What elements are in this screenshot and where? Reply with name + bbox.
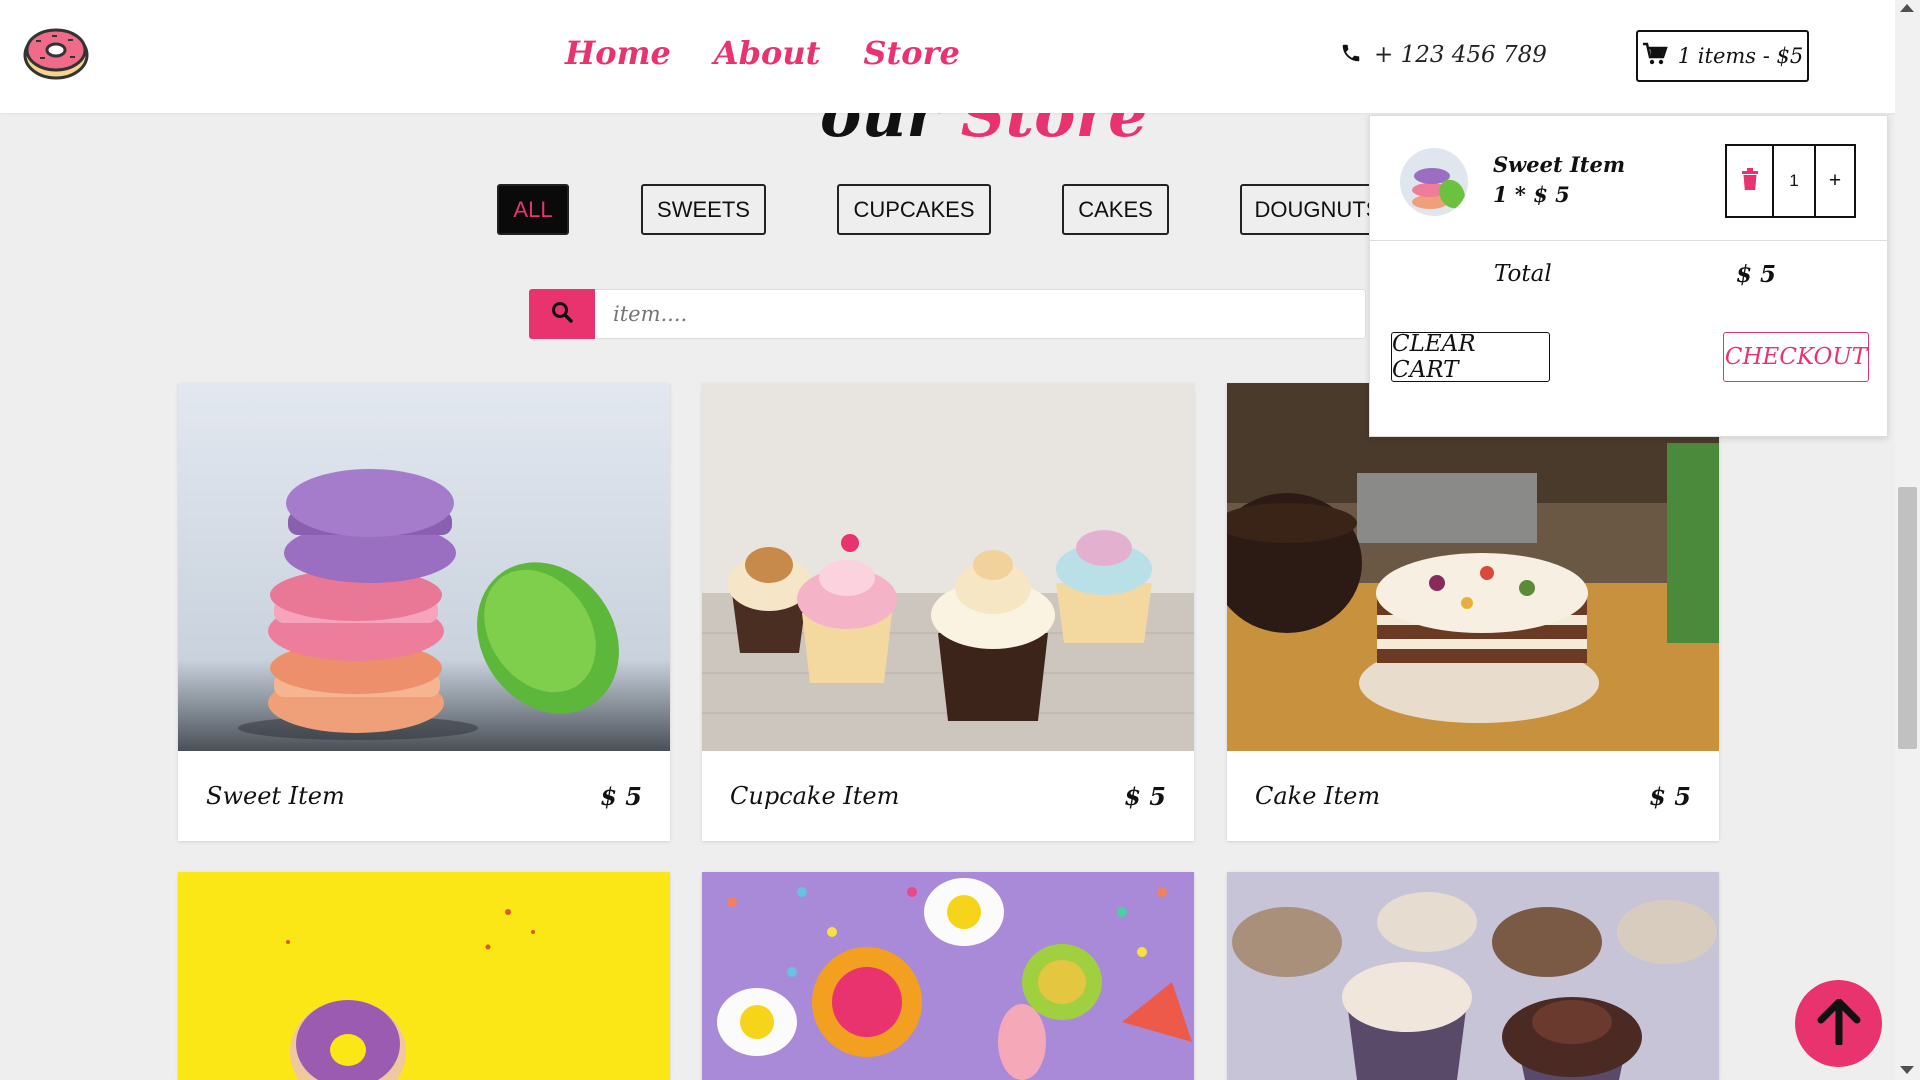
product-image-candy xyxy=(702,872,1194,1080)
remove-item-button[interactable] xyxy=(1727,146,1774,216)
cart-total-value: $ 5 xyxy=(1736,261,1777,288)
phone-number: + 123 456 789 xyxy=(1374,42,1547,68)
product-card-footer: Sweet Item $ 5 xyxy=(178,751,670,841)
product-card-cake[interactable]: Cake Item $ 5 xyxy=(1227,383,1719,841)
product-image-cake xyxy=(1227,383,1719,751)
cart-total-label: Total xyxy=(1494,261,1552,287)
cart-dropdown: Sweet Item 1 * $ 5 1 + Total $ 5 CLEAR C… xyxy=(1369,115,1889,437)
product-card-candy[interactable] xyxy=(702,872,1194,1080)
back-to-top-button[interactable] xyxy=(1795,980,1882,1067)
increase-quantity-button[interactable]: + xyxy=(1816,146,1854,216)
cart-divider xyxy=(1370,240,1889,241)
product-card-sweet[interactable]: Sweet Item $ 5 xyxy=(178,383,670,841)
shopping-cart-icon xyxy=(1642,42,1668,70)
filter-sweets-button[interactable]: SWEETS xyxy=(641,184,766,235)
cart-summary-text: 1 items - $5 xyxy=(1677,44,1804,68)
phone-icon xyxy=(1340,42,1362,68)
cart-item-thumbnail xyxy=(1400,148,1468,216)
scroll-down-arrow-icon[interactable] xyxy=(1900,1066,1914,1074)
navbar: Home About Store + 123 456 789 1 items -… xyxy=(0,0,1895,113)
cart-item-name: Sweet Item xyxy=(1493,152,1626,177)
quantity-stepper: 1 + xyxy=(1725,144,1856,218)
product-card-footer: Cupcake Item $ 5 xyxy=(702,751,1194,841)
donut-logo-icon[interactable] xyxy=(22,24,90,80)
product-price: $ 5 xyxy=(1649,781,1691,811)
nav-link-home[interactable]: Home xyxy=(565,34,671,72)
scroll-up-arrow-icon[interactable] xyxy=(1900,4,1914,12)
product-card-cupcakes-2[interactable] xyxy=(1227,872,1719,1080)
filter-buttons: ALL SWEETS CUPCAKES CAKES DOUGNUTS xyxy=(497,184,1497,235)
search-icon xyxy=(550,300,574,328)
filter-cakes-button[interactable]: CAKES xyxy=(1062,184,1169,235)
product-name: Cake Item xyxy=(1255,782,1381,810)
product-price: $ 5 xyxy=(1124,781,1166,811)
trash-icon xyxy=(1741,168,1759,194)
nav-link-about[interactable]: About xyxy=(714,34,821,72)
filter-all-button[interactable]: ALL xyxy=(497,184,569,235)
product-name: Sweet Item xyxy=(206,782,345,810)
scrollbar-thumb[interactable] xyxy=(1898,487,1917,749)
checkout-button[interactable]: CHECKOUT xyxy=(1723,332,1869,382)
cart-summary-button[interactable]: 1 items - $5 xyxy=(1636,30,1809,82)
product-name: Cupcake Item xyxy=(730,782,900,810)
search-input[interactable] xyxy=(595,289,1366,339)
product-image-chocolate-cupcakes xyxy=(1227,872,1719,1080)
product-card-footer: Cake Item $ 5 xyxy=(1227,751,1719,841)
search-button[interactable] xyxy=(529,289,595,339)
product-price: $ 5 xyxy=(600,781,642,811)
product-image-macarons xyxy=(178,383,670,751)
product-image-doughnut xyxy=(178,872,670,1080)
phone-contact: + 123 456 789 xyxy=(1340,42,1547,68)
filter-cupcakes-button[interactable]: CUPCAKES xyxy=(837,184,991,235)
product-card-cupcake[interactable]: Cupcake Item $ 5 xyxy=(702,383,1194,841)
arrow-up-icon xyxy=(1817,998,1861,1049)
clear-cart-button[interactable]: CLEAR CART xyxy=(1391,331,1550,383)
quantity-value[interactable]: 1 xyxy=(1774,146,1816,216)
nav-link-store[interactable]: Store xyxy=(863,34,959,72)
product-image-cupcakes xyxy=(702,383,1194,751)
nav-links: Home About Store xyxy=(565,34,960,72)
product-card-doughnut[interactable] xyxy=(178,872,670,1080)
cart-item-price-line: 1 * $ 5 xyxy=(1493,182,1570,207)
